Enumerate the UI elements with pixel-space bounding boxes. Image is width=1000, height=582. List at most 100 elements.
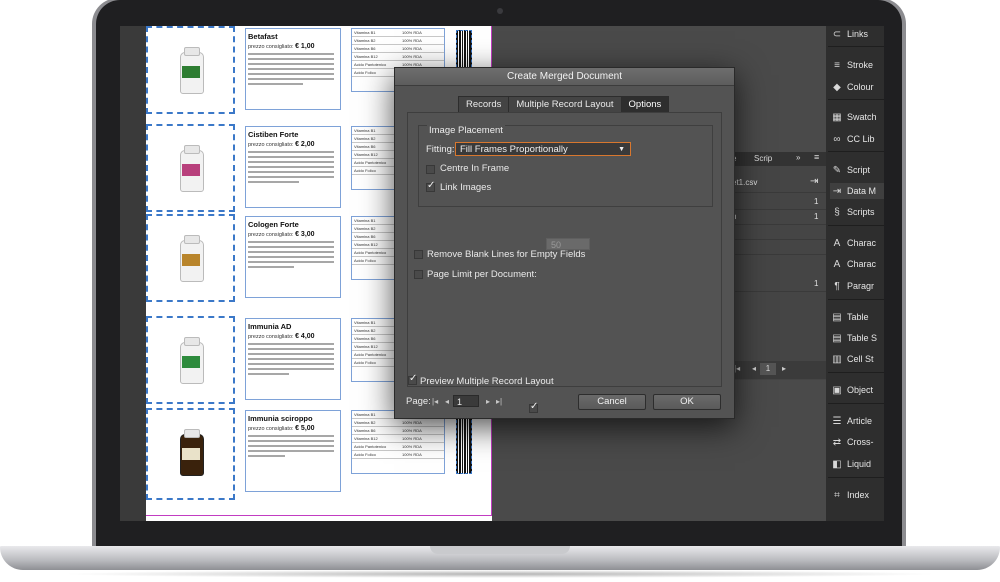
dock-item-stroke[interactable]: ≡ Stroke: [830, 57, 884, 73]
list-item[interactable]: n1: [730, 209, 826, 225]
tab-multiple-record-layout[interactable]: Multiple Record Layout: [509, 97, 622, 112]
prev-record-icon[interactable]: ◂: [752, 364, 756, 373]
next-record-icon[interactable]: ▸: [782, 364, 786, 373]
update-data-icon[interactable]: ⇥: [810, 176, 818, 187]
product-name: Immunia AD: [248, 322, 292, 331]
table-row: Vitamina B2 100% RDA: [352, 419, 444, 427]
product-price-line: prezzo consigliato: € 2,00: [248, 141, 315, 148]
product-price: € 2,00: [295, 141, 315, 148]
table-styles-icon: ▤: [832, 333, 842, 344]
text-frame[interactable]: Cistiben Forte prezzo consigliato: € 2,0…: [245, 126, 341, 208]
list-item[interactable]: [730, 224, 826, 240]
table-row: Vitamina B1100% RDA: [352, 29, 444, 37]
nutrition-table[interactable]: Vitamina B1100% RDA Vitamina B2100% RDA …: [351, 410, 445, 474]
last-page-icon[interactable]: ▸|: [496, 397, 502, 406]
bottle-label: [182, 254, 200, 266]
laptop-shadow: [60, 570, 940, 578]
dock-item-cc-libraries[interactable]: ∞ CC Lib: [830, 131, 884, 147]
product-bottle: [180, 337, 204, 384]
screen: Betafast prezzo consigliato: € 1,00 Vita…: [120, 26, 884, 521]
table-row: Vitamina B12 100% RDA: [352, 53, 444, 61]
character-styles-icon: A: [833, 259, 841, 270]
remove-blank-lines-label: Remove Blank Lines for Empty Fields: [427, 249, 586, 260]
dock-item-object-styles[interactable]: ▣ Object: [830, 382, 884, 398]
product-name: Betafast: [248, 32, 278, 41]
dock-item-cross-references[interactable]: ⇄ Cross-: [830, 434, 884, 450]
product-bottle: [180, 235, 204, 282]
dock-item-cell-styles[interactable]: ▥ Cell St: [830, 351, 884, 367]
create-merged-document-dialog: Create Merged Document Records Multiple …: [394, 67, 735, 419]
dock-item-links[interactable]: ⊂ Links: [830, 26, 884, 42]
link-images-checkbox[interactable]: [426, 180, 435, 192]
product-name: Immunia sciroppo: [248, 414, 313, 423]
text-frame[interactable]: Betafast prezzo consigliato: € 1,00: [245, 28, 341, 110]
dock-item-liquid-layout[interactable]: ◧ Liquid: [830, 456, 884, 472]
centre-in-frame-label: Centre In Frame: [440, 163, 510, 174]
preview-checkbox[interactable]: [529, 401, 538, 413]
dock-item-character-styles[interactable]: A Charac: [830, 256, 884, 272]
dock-item-script-label[interactable]: ✎ Script: [830, 162, 884, 178]
record-navigation: |◂ ◂ 1 ▸: [730, 361, 826, 379]
product-price: € 5,00: [295, 425, 315, 432]
image-frame[interactable]: [146, 124, 235, 212]
swatches-icon: ▦: [832, 112, 842, 123]
product-name: Cistiben Forte: [248, 130, 299, 139]
laptop-notch: [430, 546, 570, 554]
ok-button[interactable]: OK: [653, 394, 721, 410]
product-bottle: [180, 429, 204, 476]
dock-item-colour[interactable]: ◆ Colour: [830, 79, 884, 95]
image-frame[interactable]: [146, 316, 235, 404]
dock-item-scripts[interactable]: § Scripts: [830, 204, 884, 220]
camera: [497, 8, 503, 14]
text-frame[interactable]: Immunia AD prezzo consigliato: € 4,00: [245, 318, 341, 400]
links-icon: ⊂: [832, 29, 842, 40]
centre-in-frame-checkbox[interactable]: [426, 165, 435, 174]
image-frame[interactable]: [146, 26, 235, 114]
data-merge-tabs: e Scrip » ≡: [730, 152, 826, 166]
dock-item-swatches[interactable]: ▦ Swatch: [830, 109, 884, 125]
panel-menu-icon[interactable]: ≡: [814, 152, 819, 162]
dock-item-data-merge[interactable]: ⇥ Data M: [830, 183, 884, 199]
dock-item-articles[interactable]: ☰ Article: [830, 413, 884, 429]
list-item[interactable]: 1: [730, 276, 826, 292]
dock-item-paragraph[interactable]: ¶ Paragr: [830, 278, 884, 294]
cancel-button[interactable]: Cancel: [578, 394, 646, 410]
table-row: Vitamina B12 100% RDA: [352, 435, 444, 443]
dock-item-table-styles[interactable]: ▤ Table S: [830, 330, 884, 346]
product-price-line: prezzo consigliato: € 4,00: [248, 333, 315, 340]
first-page-icon[interactable]: |◂: [432, 397, 438, 406]
data-merge-icon: ⇥: [832, 186, 842, 197]
image-frame[interactable]: [146, 408, 235, 500]
barcode: [456, 410, 472, 474]
tab-records[interactable]: Records: [459, 97, 510, 112]
preview-multiple-record-layout-checkbox[interactable]: [408, 373, 417, 385]
tab-scripts[interactable]: Scrip: [754, 154, 772, 163]
text-frame[interactable]: Cologen Forte prezzo consigliato: € 3,00: [245, 216, 341, 298]
scripts-icon: §: [834, 207, 840, 218]
product-price-line: prezzo consigliato: € 5,00: [248, 425, 315, 432]
cell-styles-icon: ▥: [832, 354, 842, 365]
remove-blank-lines-checkbox[interactable]: [414, 250, 423, 259]
previous-page-icon[interactable]: ◂: [445, 397, 449, 406]
cc-libraries-icon: ∞: [833, 134, 841, 145]
record-number-field[interactable]: 1: [760, 363, 776, 375]
product-price: € 1,00: [295, 43, 315, 50]
next-page-icon[interactable]: ▸: [486, 397, 490, 406]
dock-item-character[interactable]: A Charac: [830, 235, 884, 251]
dock-item-table[interactable]: ▤ Table: [830, 309, 884, 325]
list-item[interactable]: 1: [730, 194, 826, 210]
product-price: € 3,00: [295, 231, 315, 238]
dock-item-index[interactable]: ⌗ Index: [830, 487, 884, 503]
page-limit-checkbox[interactable]: [414, 270, 423, 279]
product-price-line: prezzo consigliato: € 1,00: [248, 43, 315, 50]
panel-collapse-icon[interactable]: »: [796, 153, 800, 162]
list-item[interactable]: [730, 239, 826, 255]
fitting-select[interactable]: Fill Frames Proportionally ▼: [455, 142, 631, 156]
text-frame[interactable]: Immunia sciroppo prezzo consigliato: € 5…: [245, 410, 341, 492]
tab-options[interactable]: Options: [621, 97, 669, 112]
page-number-field[interactable]: 1: [453, 395, 479, 407]
image-frame[interactable]: [146, 214, 235, 302]
articles-icon: ☰: [832, 416, 842, 427]
object-styles-icon: ▣: [832, 385, 842, 396]
page-limit-field[interactable]: 50: [546, 238, 590, 250]
